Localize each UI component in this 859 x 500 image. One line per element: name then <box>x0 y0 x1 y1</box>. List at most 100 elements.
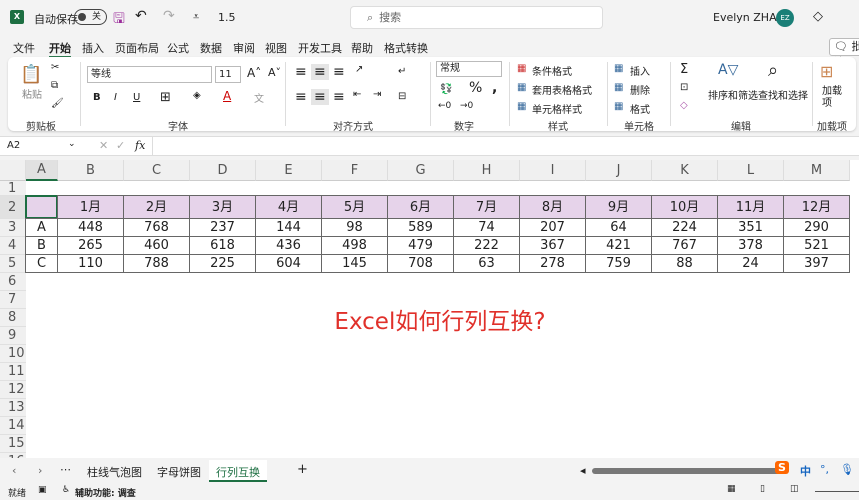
data-cell[interactable]: 278 <box>519 254 586 273</box>
search-box[interactable]: ⌕ 搜索 <box>350 6 603 29</box>
column-header[interactable]: L <box>718 160 784 181</box>
data-cell[interactable]: 222 <box>453 236 520 255</box>
macro-record-icon[interactable]: ▣ <box>38 485 47 495</box>
column-header[interactable]: J <box>586 160 652 181</box>
worksheet-grid[interactable]: ABCDEFGHIJKLM123456789101112131415161月2月… <box>0 160 859 458</box>
accessibility-status[interactable]: 辅助功能: 调查 <box>75 486 136 499</box>
tab-insert[interactable]: 插入 <box>82 40 104 56</box>
name-box[interactable]: A2 <box>7 140 20 151</box>
increase-indent-icon[interactable]: ⇥ <box>373 89 381 100</box>
column-header[interactable]: M <box>784 160 850 181</box>
bold-button[interactable]: B <box>93 92 101 103</box>
tab-format-convert[interactable]: 格式转换 <box>384 40 428 56</box>
underline-button[interactable]: U <box>133 92 140 103</box>
customize-icon[interactable]: ⩡ <box>193 10 199 24</box>
format-painter-icon[interactable]: 🖌 <box>51 98 64 109</box>
zoom-slider[interactable] <box>815 491 859 492</box>
column-header[interactable]: G <box>388 160 454 181</box>
accessibility-icon[interactable]: ♿ <box>62 485 70 495</box>
tab-developer[interactable]: 开发工具 <box>298 40 342 56</box>
header-cell[interactable]: 4月 <box>255 195 322 219</box>
row-header[interactable]: 10 <box>0 345 26 363</box>
data-cell[interactable]: 768 <box>123 218 190 237</box>
page-layout-view-icon[interactable]: ▯ <box>760 484 765 494</box>
row-header[interactable]: 4 <box>0 237 26 255</box>
prev-sheet-icon[interactable]: ‹ <box>12 464 16 477</box>
percent-button[interactable]: % <box>469 80 482 96</box>
header-cell[interactable]: 9月 <box>585 195 652 219</box>
fx-button[interactable]: fx <box>135 139 145 152</box>
redo-icon[interactable]: ↷ <box>163 8 175 24</box>
find-select-icon[interactable]: ⌕ <box>768 60 778 81</box>
scroll-left-icon[interactable]: ◂ <box>580 464 586 477</box>
tab-review[interactable]: 审阅 <box>233 40 255 56</box>
column-header[interactable]: K <box>652 160 718 181</box>
format-cells-icon[interactable]: ▦ <box>614 101 623 112</box>
find-select-button[interactable]: 查找和选择 <box>758 87 808 102</box>
wrap-text-icon[interactable]: ↵ <box>398 66 406 77</box>
data-cell[interactable]: 145 <box>321 254 388 273</box>
tab-formulas[interactable]: 公式 <box>167 40 189 56</box>
data-cell[interactable]: 378 <box>717 236 784 255</box>
paste-label[interactable]: 粘贴 <box>22 86 42 101</box>
cancel-icon[interactable]: ✕ <box>99 139 108 152</box>
merge-center-icon[interactable]: ⊟ <box>398 91 406 102</box>
comments-button[interactable]: 🗨 批注 <box>829 38 859 69</box>
row-header[interactable]: 16 <box>0 453 26 458</box>
column-header[interactable]: E <box>256 160 322 181</box>
add-sheet-icon[interactable]: + <box>297 462 308 477</box>
decrease-indent-icon[interactable]: ⇤ <box>353 89 361 100</box>
cell-styles-icon[interactable]: ▦ <box>517 101 526 112</box>
sort-filter-icon[interactable]: A▽ <box>718 62 738 78</box>
align-center-icon[interactable]: ≡ <box>311 89 329 105</box>
font-name-select[interactable]: 等线 <box>87 66 212 83</box>
row-header[interactable]: 14 <box>0 417 26 435</box>
column-header[interactable]: F <box>322 160 388 181</box>
data-cell[interactable]: 767 <box>651 236 718 255</box>
data-cell[interactable]: 144 <box>255 218 322 237</box>
header-cell[interactable]: 10月 <box>651 195 718 219</box>
horizontal-scrollbar[interactable] <box>592 468 782 474</box>
tab-file[interactable]: 文件 <box>13 40 35 56</box>
row-header[interactable]: 9 <box>0 327 26 345</box>
autosave-toggle[interactable]: 关 <box>74 9 107 25</box>
sheet-tab-bar-bubble[interactable]: 柱线气泡图 <box>87 464 142 480</box>
data-cell[interactable]: 589 <box>387 218 454 237</box>
cut-icon[interactable]: ✂ <box>51 62 59 73</box>
more-sheets-icon[interactable]: ⋯ <box>60 463 71 476</box>
orientation-icon[interactable]: ↗ <box>355 64 363 75</box>
column-header[interactable]: A <box>26 160 58 181</box>
header-cell[interactable]: 3月 <box>189 195 256 219</box>
fill-icon[interactable]: ⊡ <box>680 82 688 93</box>
name-box-dropdown-icon[interactable]: ⌄ <box>68 139 76 149</box>
conditional-format-icon[interactable]: ▦ <box>517 63 526 74</box>
phonetic-icon[interactable]: 文 <box>254 90 264 105</box>
column-header[interactable]: C <box>124 160 190 181</box>
data-cell[interactable]: 224 <box>651 218 718 237</box>
autosum-icon[interactable]: Σ <box>680 62 688 77</box>
row-header[interactable]: 1 <box>0 181 26 196</box>
header-cell[interactable]: 7月 <box>453 195 520 219</box>
header-cell[interactable]: 6月 <box>387 195 454 219</box>
insert-cells-icon[interactable]: ▦ <box>614 63 623 74</box>
data-cell[interactable]: A <box>25 218 58 237</box>
ime-mode[interactable]: 中 <box>800 463 811 479</box>
decrease-decimal-icon[interactable]: →0 <box>460 101 473 111</box>
data-cell[interactable]: 397 <box>783 254 850 273</box>
header-cell[interactable]: 5月 <box>321 195 388 219</box>
row-header[interactable]: 11 <box>0 363 26 381</box>
data-cell[interactable]: 521 <box>783 236 850 255</box>
decrease-font-icon[interactable]: A˅ <box>268 66 281 79</box>
tab-view[interactable]: 视图 <box>265 40 287 56</box>
undo-icon[interactable]: ↶ <box>135 8 147 24</box>
data-cell[interactable]: 64 <box>585 218 652 237</box>
format-as-table-icon[interactable]: ▦ <box>517 82 526 93</box>
column-header[interactable]: H <box>454 160 520 181</box>
column-header[interactable]: B <box>58 160 124 181</box>
sheet-tab-letter-pie[interactable]: 字母饼图 <box>157 464 201 480</box>
data-cell[interactable]: 24 <box>717 254 784 273</box>
data-cell[interactable]: 460 <box>123 236 190 255</box>
addins-button[interactable]: 加载项 <box>822 86 842 110</box>
row-header[interactable]: 13 <box>0 399 26 417</box>
sogou-ime-icon[interactable]: S <box>775 461 789 474</box>
